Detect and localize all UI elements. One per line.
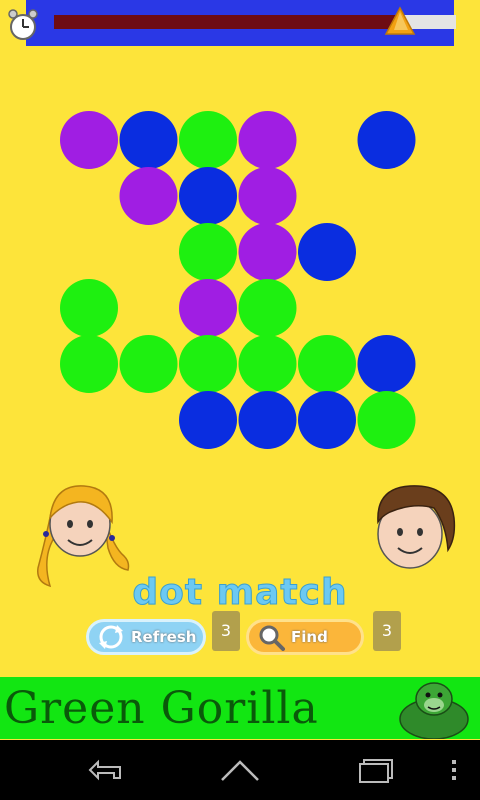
game-title: dot match <box>132 572 348 614</box>
dot-blue[interactable] <box>119 111 178 169</box>
dot-purple[interactable] <box>60 111 118 169</box>
dot-purple[interactable] <box>119 167 178 225</box>
dot-blue[interactable] <box>298 223 356 281</box>
dot-purple[interactable] <box>238 167 297 225</box>
dot-purple[interactable] <box>238 223 297 281</box>
dot-green[interactable] <box>238 335 297 393</box>
recent-apps-icon[interactable] <box>350 754 398 786</box>
dot-green[interactable] <box>179 111 237 169</box>
refresh-label: Refresh <box>131 628 197 646</box>
system-nav-bar <box>0 740 480 800</box>
back-icon[interactable] <box>82 754 130 786</box>
dot-blue[interactable] <box>298 391 356 449</box>
dot-green[interactable] <box>357 391 416 449</box>
dot-blue[interactable] <box>357 335 416 393</box>
dot-blue[interactable] <box>357 111 416 169</box>
dot-green[interactable] <box>238 279 297 337</box>
gorilla-icon <box>399 682 469 739</box>
dot-blue[interactable] <box>179 391 237 449</box>
dot-green[interactable] <box>60 335 118 393</box>
boy-character <box>377 485 456 569</box>
dot-green[interactable] <box>298 335 356 393</box>
refresh-count-badge: 3 <box>212 611 240 651</box>
dot-blue[interactable] <box>238 391 297 449</box>
menu-overflow-icon[interactable] <box>446 754 462 786</box>
dot-purple[interactable] <box>179 279 237 337</box>
dot-green[interactable] <box>119 335 178 393</box>
magnifier-icon <box>259 625 285 651</box>
ad-text: Green Gorilla <box>4 683 319 734</box>
dot-blue[interactable] <box>179 167 237 225</box>
home-icon[interactable] <box>216 754 264 786</box>
dot-green[interactable] <box>179 335 237 393</box>
refresh-icon <box>99 625 123 649</box>
find-button[interactable]: Find <box>246 619 364 655</box>
refresh-button[interactable]: Refresh <box>86 619 206 655</box>
dot-green[interactable] <box>60 279 118 337</box>
find-count-badge: 3 <box>373 611 401 651</box>
game-board[interactable] <box>0 0 480 460</box>
dot-green[interactable] <box>179 223 237 281</box>
find-label: Find <box>291 628 328 646</box>
dot-purple[interactable] <box>238 111 297 169</box>
